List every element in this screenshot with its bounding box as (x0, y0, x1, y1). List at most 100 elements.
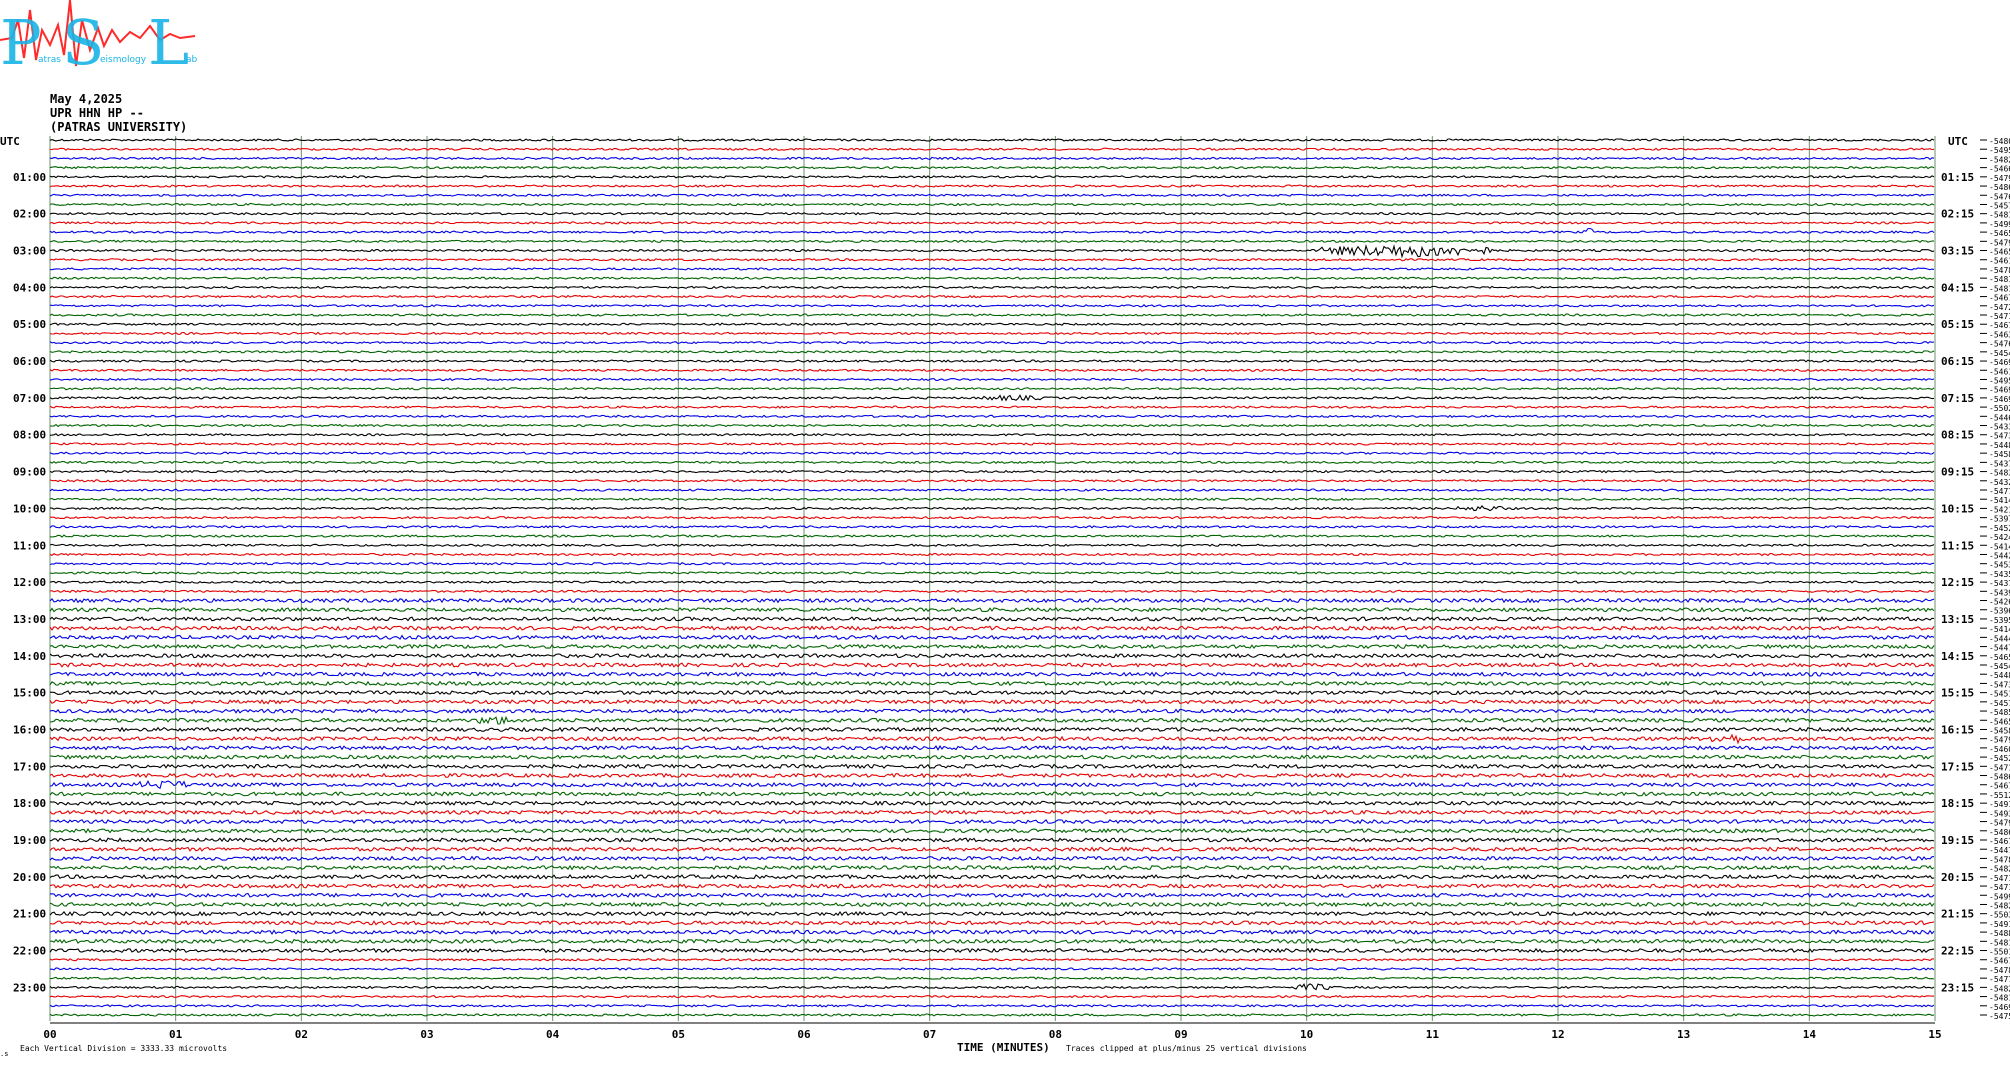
trace-line (49, 780, 1935, 790)
trace-line (49, 653, 1935, 659)
left-hour-label: 19:00 (13, 834, 46, 847)
x-tick-label-02: 02 (295, 1028, 308, 1041)
trace-line (49, 175, 1935, 179)
right-hour-label: 17:15 (1941, 760, 1974, 773)
trace-line (49, 846, 1935, 853)
trace-line (49, 350, 1935, 354)
trace-line (49, 947, 1935, 954)
left-hour-label: 10:00 (13, 502, 46, 515)
trace-offset-label: -5491 (1989, 800, 2010, 809)
trace-offset-label: -5477 (1989, 975, 2010, 984)
trace-line (49, 864, 1935, 871)
trace-line (49, 715, 1935, 725)
helicorder-plot: -5480-5495-5482-5466-5479-5486-5476-5457… (0, 135, 2010, 1058)
trace-line (49, 726, 1935, 733)
left-utc-label: UTC (0, 135, 20, 148)
trace-line (49, 294, 1935, 299)
x-axis-title: TIME (MINUTES) (957, 1041, 1050, 1054)
footer-mark: .s (0, 1050, 8, 1058)
right-hour-label: 22:15 (1941, 945, 1974, 958)
trace-line (49, 754, 1934, 760)
trace-line (49, 479, 1935, 483)
trace-line (49, 451, 1935, 455)
trace-offset-label: -5481 (1989, 938, 2010, 947)
trace-line (49, 138, 1935, 142)
left-hour-label: 06:00 (13, 355, 46, 368)
trace-line (49, 211, 1935, 216)
trace-offset-label: -5486 (1989, 183, 2010, 192)
x-tick-label-05: 05 (672, 1028, 685, 1041)
trace-line (49, 837, 1935, 843)
trace-line (49, 606, 1935, 613)
trace-line (49, 828, 1935, 834)
trace-line (49, 377, 1935, 382)
trace-line (49, 708, 1935, 714)
trace-line (49, 733, 1935, 745)
trace-line (49, 405, 1935, 409)
trace-offset-label: -5396 (1989, 607, 2010, 616)
trace-line (49, 340, 1935, 345)
trace-offset-label: -5457 (1989, 699, 2010, 708)
trace-offset-label: -5414 (1989, 625, 2010, 634)
trace-offset-label: -5481 (1989, 275, 2010, 284)
trace-offset-label: -5458 (1989, 726, 2010, 735)
trace-offset-label: -5481 (1989, 994, 2010, 1003)
trace-line (49, 589, 1935, 594)
trace-line (49, 662, 1935, 668)
trace-line (49, 227, 1935, 234)
clip-note: Traces clipped at plus/minus 25 vertical… (1066, 1044, 1307, 1053)
trace-offset-label: -5471 (1989, 874, 2010, 883)
trace-line (49, 414, 1935, 419)
trace-line (49, 745, 1935, 751)
trace-offset-label: -5501 (1989, 948, 2010, 957)
trace-line (49, 313, 1935, 317)
trace-offset-label: -5465 (1989, 229, 2010, 238)
trace-offset-label: -5469 (1989, 386, 2010, 395)
trace-line (49, 920, 1935, 926)
trace-line (49, 809, 1935, 816)
trace-line (49, 442, 1935, 446)
trace-offset-label: -5481 (1989, 284, 2010, 293)
trace-line (49, 258, 1935, 262)
left-hour-label: 02:00 (13, 208, 46, 221)
trace-offset-label: -5478 (1989, 855, 2010, 864)
trace-line (49, 874, 1935, 880)
trace-line (49, 994, 1935, 999)
trace-offset-label: -5479 (1989, 238, 2010, 247)
trace-offset-label: -5469 (1989, 358, 2010, 367)
trace-line (49, 147, 1935, 151)
x-tick-label-01: 01 (169, 1028, 183, 1041)
trace-line (49, 634, 1935, 641)
trace-offset-label: -5480 (1989, 137, 2010, 146)
trace-line (49, 285, 1935, 290)
trace-offset-label: -5499 (1989, 220, 2010, 229)
trace-line (49, 763, 1935, 770)
trace-line (49, 543, 1935, 547)
x-tick-label-14: 14 (1803, 1028, 1817, 1041)
trace-offset-label: -5424 (1989, 533, 2010, 542)
trace-offset-label: -5465 (1989, 717, 2010, 726)
trace-offset-label: -5503 (1989, 911, 2010, 920)
trace-line (49, 221, 1935, 225)
x-tick-label-06: 06 (797, 1028, 811, 1041)
trace-offset-label: -5467 (1989, 837, 2010, 846)
trace-offset-label: -5435 (1989, 570, 2010, 579)
trace-offset-label: -5467 (1989, 782, 2010, 791)
trace-offset-label: -5426 (1989, 598, 2010, 607)
trace-offset-label: -5493 (1989, 809, 2010, 818)
trace-line (49, 910, 1935, 917)
trace-offset-label: -5476 (1989, 192, 2010, 201)
trace-offset-label: -5448 (1989, 671, 2010, 680)
trace-line (49, 488, 1935, 492)
trace-line (49, 561, 1935, 566)
trace-offset-label: -5479 (1989, 174, 2010, 183)
trace-offset-label: -5473 (1989, 680, 2010, 689)
left-hour-label: 18:00 (13, 797, 46, 810)
trace-line (49, 322, 1935, 326)
trace-offset-label: -5466 (1989, 165, 2010, 174)
trace-offset-label: -5486 (1989, 773, 2010, 782)
right-hour-label: 05:15 (1941, 318, 1974, 331)
right-hour-label: 09:15 (1941, 466, 1974, 479)
trace-offset-label: -5469 (1989, 1003, 2010, 1012)
trace-offset-label: -5467 (1989, 294, 2010, 303)
